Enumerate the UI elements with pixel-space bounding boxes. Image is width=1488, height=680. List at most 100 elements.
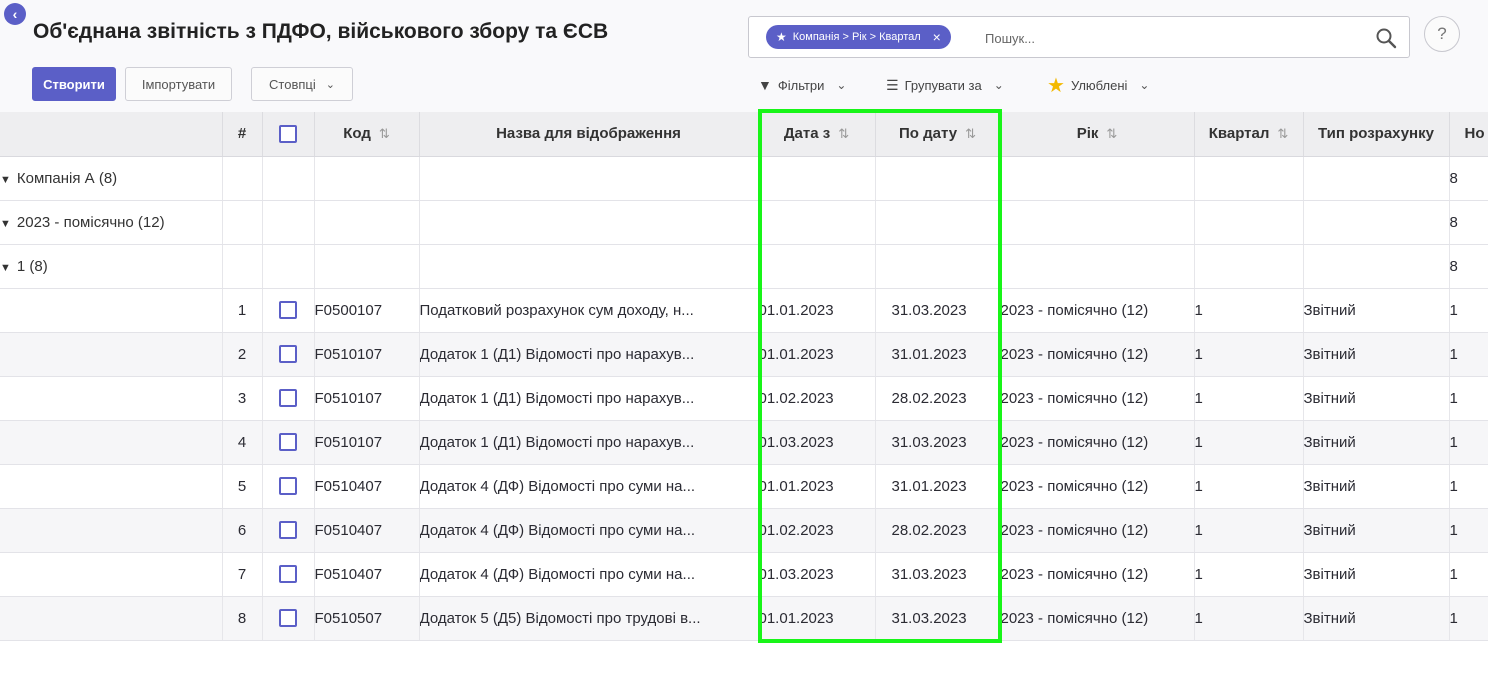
row-checkbox[interactable]: [279, 301, 297, 320]
row-checkbox[interactable]: [279, 433, 297, 452]
cell-year[interactable]: 2023 - помісячно (12): [1000, 420, 1195, 465]
groupby-dropdown[interactable]: ☰ Групувати за ⌄: [886, 74, 1004, 96]
table-row[interactable]: 7 F0510407 Додаток 4 (ДФ) Відомості про …: [0, 552, 1488, 597]
cell-name[interactable]: Додаток 1 (Д1) Відомості про нарахув...: [419, 332, 759, 377]
cell-no[interactable]: 1: [1449, 464, 1488, 509]
cell-calc-type[interactable]: Звітний: [1303, 464, 1450, 509]
cell-code[interactable]: F0510507: [314, 596, 420, 641]
cell-quarter[interactable]: 1: [1194, 508, 1304, 553]
cell-name[interactable]: Податковий розрахунок сум доходу, н...: [419, 288, 759, 333]
cell-code[interactable]: F0510407: [314, 508, 420, 553]
table-row[interactable]: 2 F0510107 Додаток 1 (Д1) Відомості про …: [0, 332, 1488, 377]
cell-code[interactable]: F0510407: [314, 552, 420, 597]
row-checkbox-cell[interactable]: [262, 332, 315, 377]
cell-name[interactable]: Додаток 5 (Д5) Відомості про трудові в..…: [419, 596, 759, 641]
group-cell[interactable]: ▼ Компанія А (8): [0, 156, 223, 201]
cell-date-from[interactable]: 01.01.2023: [758, 288, 876, 333]
cell-year[interactable]: 2023 - помісячно (12): [1000, 464, 1195, 509]
search-input[interactable]: [983, 27, 1367, 49]
table-row[interactable]: 8 F0510507 Додаток 5 (Д5) Відомості про …: [0, 596, 1488, 641]
cell-no[interactable]: 1: [1449, 508, 1488, 553]
chevron-left-icon[interactable]: ‹: [4, 3, 26, 25]
col-code[interactable]: Код ⇅: [314, 112, 420, 157]
cell-calc-type[interactable]: Звітний: [1303, 596, 1450, 641]
cell-no[interactable]: 1: [1449, 420, 1488, 465]
cell-date-to[interactable]: 31.01.2023: [875, 464, 1001, 509]
table-row[interactable]: 6 F0510407 Додаток 4 (ДФ) Відомості про …: [0, 508, 1488, 553]
cell-no[interactable]: 1: [1449, 596, 1488, 641]
select-all-checkbox[interactable]: [279, 124, 297, 143]
cell-quarter[interactable]: 1: [1194, 376, 1304, 421]
cell-quarter[interactable]: 1: [1194, 288, 1304, 333]
cell-name[interactable]: Додаток 1 (Д1) Відомості про нарахув...: [419, 420, 759, 465]
cell-code[interactable]: F0510107: [314, 332, 420, 377]
cell-name[interactable]: Додаток 4 (ДФ) Відомості про суми на...: [419, 464, 759, 509]
cell-year[interactable]: 2023 - помісячно (12): [1000, 508, 1195, 553]
cell-date-from[interactable]: 01.03.2023: [758, 420, 876, 465]
row-checkbox-cell[interactable]: [262, 420, 315, 465]
row-checkbox-cell[interactable]: [262, 464, 315, 509]
cell-code[interactable]: F0500107: [314, 288, 420, 333]
cell-year[interactable]: 2023 - помісячно (12): [1000, 332, 1195, 377]
cell-date-to[interactable]: 31.03.2023: [875, 420, 1001, 465]
table-row[interactable]: 5 F0510407 Додаток 4 (ДФ) Відомості про …: [0, 464, 1488, 509]
col-name[interactable]: Назва для відображення: [419, 112, 759, 157]
search-icon[interactable]: [1375, 27, 1397, 49]
row-checkbox[interactable]: [279, 565, 297, 584]
cell-calc-type[interactable]: Звітний: [1303, 376, 1450, 421]
row-checkbox[interactable]: [279, 609, 297, 628]
cell-quarter[interactable]: 1: [1194, 332, 1304, 377]
close-icon[interactable]: ×: [933, 29, 941, 45]
cell-no[interactable]: 1: [1449, 332, 1488, 377]
col-calc-type[interactable]: Тип розрахунку: [1303, 112, 1450, 157]
cell-calc-type[interactable]: Звітний: [1303, 332, 1450, 377]
row-checkbox[interactable]: [279, 521, 297, 540]
row-checkbox-cell[interactable]: [262, 596, 315, 641]
cell-name[interactable]: Додаток 1 (Д1) Відомості про нарахув...: [419, 376, 759, 421]
row-checkbox-cell[interactable]: [262, 508, 315, 553]
columns-dropdown[interactable]: Стовпці ⌄: [251, 67, 353, 101]
cell-quarter[interactable]: 1: [1194, 420, 1304, 465]
cell-code[interactable]: F0510107: [314, 420, 420, 465]
select-all-checkbox-cell[interactable]: [262, 112, 315, 157]
cell-date-to[interactable]: 31.03.2023: [875, 288, 1001, 333]
row-checkbox-cell[interactable]: [262, 552, 315, 597]
cell-name[interactable]: Додаток 4 (ДФ) Відомості про суми на...: [419, 552, 759, 597]
cell-date-to[interactable]: 28.02.2023: [875, 376, 1001, 421]
cell-quarter[interactable]: 1: [1194, 552, 1304, 597]
search-bar[interactable]: ★ Компанія > Рік > Квартал ×: [748, 16, 1410, 58]
row-checkbox-cell[interactable]: [262, 288, 315, 333]
cell-date-from[interactable]: 01.01.2023: [758, 332, 876, 377]
group-cell[interactable]: ▼ 2023 - помісячно (12): [0, 200, 223, 245]
row-checkbox[interactable]: [279, 345, 297, 364]
col-date-from[interactable]: Дата з ⇅: [758, 112, 876, 157]
cell-date-from[interactable]: 01.01.2023: [758, 596, 876, 641]
group-cell[interactable]: ▼ 1 (8): [0, 244, 223, 289]
groupby-facet[interactable]: ★ Компанія > Рік > Квартал ×: [766, 25, 951, 49]
cell-year[interactable]: 2023 - помісячно (12): [1000, 376, 1195, 421]
group-row[interactable]: ▼ 2023 - помісячно (12) 8: [0, 200, 1488, 245]
cell-calc-type[interactable]: Звітний: [1303, 552, 1450, 597]
cell-code[interactable]: F0510407: [314, 464, 420, 509]
cell-name[interactable]: Додаток 4 (ДФ) Відомості про суми на...: [419, 508, 759, 553]
cell-date-to[interactable]: 31.03.2023: [875, 552, 1001, 597]
cell-year[interactable]: 2023 - помісячно (12): [1000, 552, 1195, 597]
cell-date-to[interactable]: 31.03.2023: [875, 596, 1001, 641]
cell-quarter[interactable]: 1: [1194, 596, 1304, 641]
cell-calc-type[interactable]: Звітний: [1303, 288, 1450, 333]
cell-no[interactable]: 1: [1449, 552, 1488, 597]
row-checkbox-cell[interactable]: [262, 376, 315, 421]
cell-date-from[interactable]: 01.02.2023: [758, 508, 876, 553]
col-quarter[interactable]: Квартал ⇅: [1194, 112, 1304, 157]
cell-quarter[interactable]: 1: [1194, 464, 1304, 509]
cell-no[interactable]: 1: [1449, 288, 1488, 333]
filters-dropdown[interactable]: ▼ Фільтри ⌄: [758, 74, 846, 96]
cell-calc-type[interactable]: Звітний: [1303, 508, 1450, 553]
table-row[interactable]: 4 F0510107 Додаток 1 (Д1) Відомості про …: [0, 420, 1488, 465]
help-button[interactable]: ?: [1424, 16, 1460, 52]
cell-no[interactable]: 1: [1449, 376, 1488, 421]
table-row[interactable]: 1 F0500107 Податковий розрахунок сум дох…: [0, 288, 1488, 333]
cell-code[interactable]: F0510107: [314, 376, 420, 421]
cell-date-to[interactable]: 28.02.2023: [875, 508, 1001, 553]
col-no[interactable]: Но: [1449, 112, 1488, 157]
